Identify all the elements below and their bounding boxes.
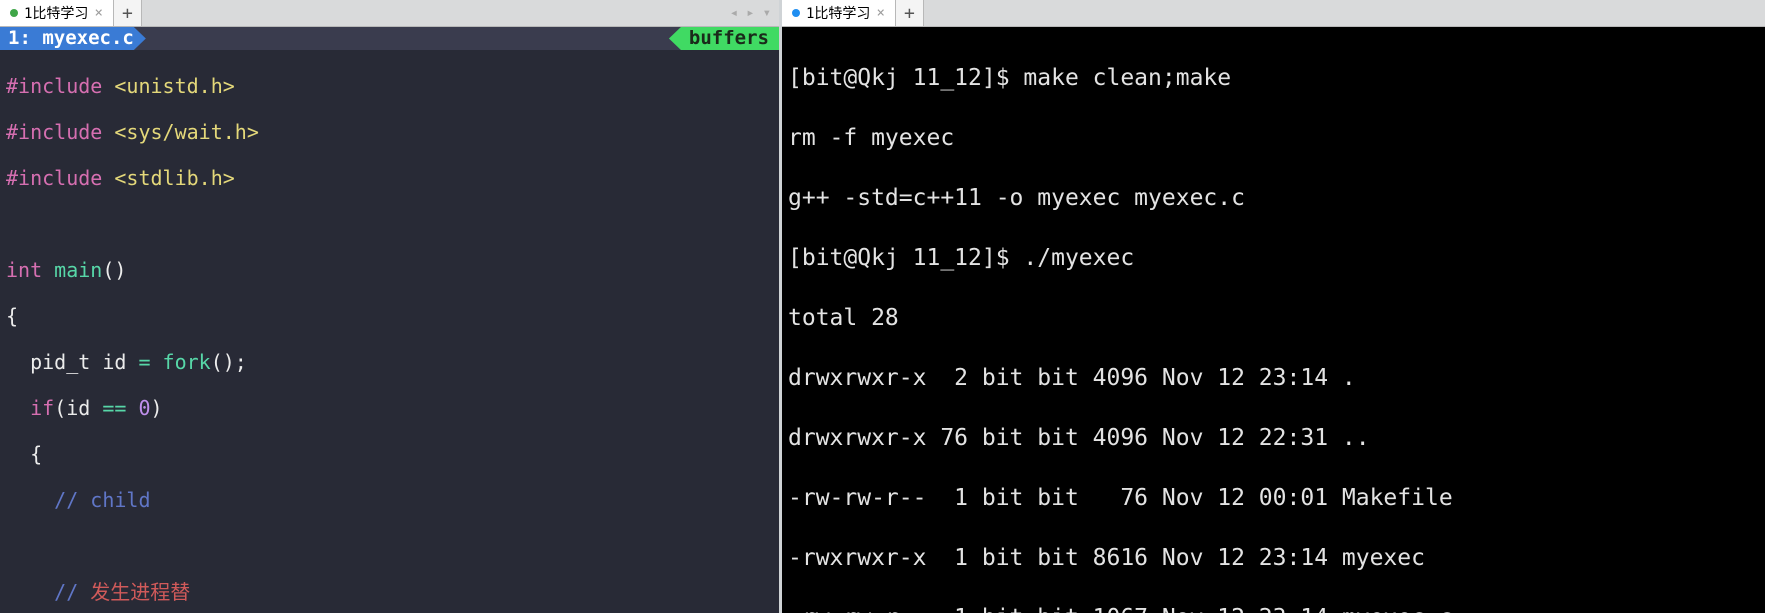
tab-arrows: ◂ ▸ ▾ xyxy=(722,0,779,26)
comment-child: // child xyxy=(6,488,151,512)
paren-open: ( xyxy=(54,396,66,420)
include-path: <stdlib.h> xyxy=(114,166,234,190)
code-body[interactable]: #include <unistd.h> #include <sys/wait.h… xyxy=(0,50,779,613)
fn-main: main xyxy=(54,258,102,282)
fn-fork: fork xyxy=(163,350,211,374)
tab-next-icon[interactable]: ▸ xyxy=(746,5,754,21)
tab-active-dot-icon xyxy=(792,9,800,17)
kw-int: int xyxy=(6,258,42,282)
status-buffers[interactable]: buffers xyxy=(669,27,779,50)
term-line: -rwxrwxr-x 1 bit bit 8616 Nov 12 23:14 m… xyxy=(788,543,1759,573)
preproc-include: #include xyxy=(6,166,114,190)
comment-cn: // 发生进程替 xyxy=(6,580,190,604)
tab-prev-icon[interactable]: ◂ xyxy=(730,5,738,21)
op-eq: = xyxy=(138,350,150,374)
editor-statusline: 1: myexec.c buffers xyxy=(0,27,779,50)
include-path: <sys/wait.h> xyxy=(114,120,259,144)
terminal-pane: 1比特学习 × + [bit@Qkj 11_12]$ make clean;ma… xyxy=(782,0,1765,613)
term-line: drwxrwxr-x 2 bit bit 4096 Nov 12 23:14 . xyxy=(788,363,1759,393)
tab-modified-dot-icon xyxy=(10,9,18,17)
paren-close: ) xyxy=(151,396,163,420)
term-line: -rw-rw-r-- 1 bit bit 76 Nov 12 00:01 Mak… xyxy=(788,483,1759,513)
right-tabstrip: 1比特学习 × + xyxy=(782,0,1765,27)
space xyxy=(151,350,163,374)
op-eqeq: == xyxy=(90,396,138,420)
terminal-tab[interactable]: 1比特学习 × xyxy=(782,0,896,26)
brace: { xyxy=(6,304,18,328)
term-line: [bit@Qkj 11_12]$ ./myexec xyxy=(788,243,1759,273)
brace: { xyxy=(6,442,42,466)
term-line: drwxrwxr-x 76 bit bit 4096 Nov 12 22:31 … xyxy=(788,423,1759,453)
preproc-include: #include xyxy=(6,74,114,98)
term-line: rm -f myexec xyxy=(788,123,1759,153)
decl: pid_t id xyxy=(6,350,138,374)
editor-pane: 1比特学习 × + ◂ ▸ ▾ 1: myexec.c buffers #inc… xyxy=(0,0,782,613)
terminal-body[interactable]: [bit@Qkj 11_12]$ make clean;make rm -f m… xyxy=(782,27,1765,613)
new-tab-button[interactable]: + xyxy=(114,0,142,26)
kw-if: if xyxy=(30,396,54,420)
include-path: <unistd.h> xyxy=(114,74,234,98)
num-zero: 0 xyxy=(139,396,151,420)
new-tab-button[interactable]: + xyxy=(896,0,924,26)
tabstrip-spacer xyxy=(142,0,722,26)
term-line: -rw-rw-r-- 1 bit bit 1067 Nov 12 23:14 m… xyxy=(788,603,1759,613)
close-icon[interactable]: × xyxy=(94,5,102,21)
term-line: total 28 xyxy=(788,303,1759,333)
term-line: g++ -std=c++11 -o myexec myexec.c xyxy=(788,183,1759,213)
tab-menu-icon[interactable]: ▾ xyxy=(763,5,771,21)
tab-title: 1比特学习 xyxy=(24,3,88,23)
preproc-include: #include xyxy=(6,120,114,144)
close-icon[interactable]: × xyxy=(876,5,884,21)
status-filename: 1: myexec.c xyxy=(0,27,146,50)
parens: () xyxy=(102,258,126,282)
editor-tab[interactable]: 1比特学习 × xyxy=(0,0,114,26)
fork-tail: (); xyxy=(211,350,247,374)
code-editor[interactable]: 1: myexec.c buffers #include <unistd.h> … xyxy=(0,27,779,613)
tab-title: 1比特学习 xyxy=(806,3,870,23)
plus-icon: + xyxy=(122,3,133,24)
left-tabstrip: 1比特学习 × + ◂ ▸ ▾ xyxy=(0,0,779,27)
plus-icon: + xyxy=(904,3,915,24)
var-id: id xyxy=(66,396,90,420)
term-line: [bit@Qkj 11_12]$ make clean;make xyxy=(788,63,1759,93)
